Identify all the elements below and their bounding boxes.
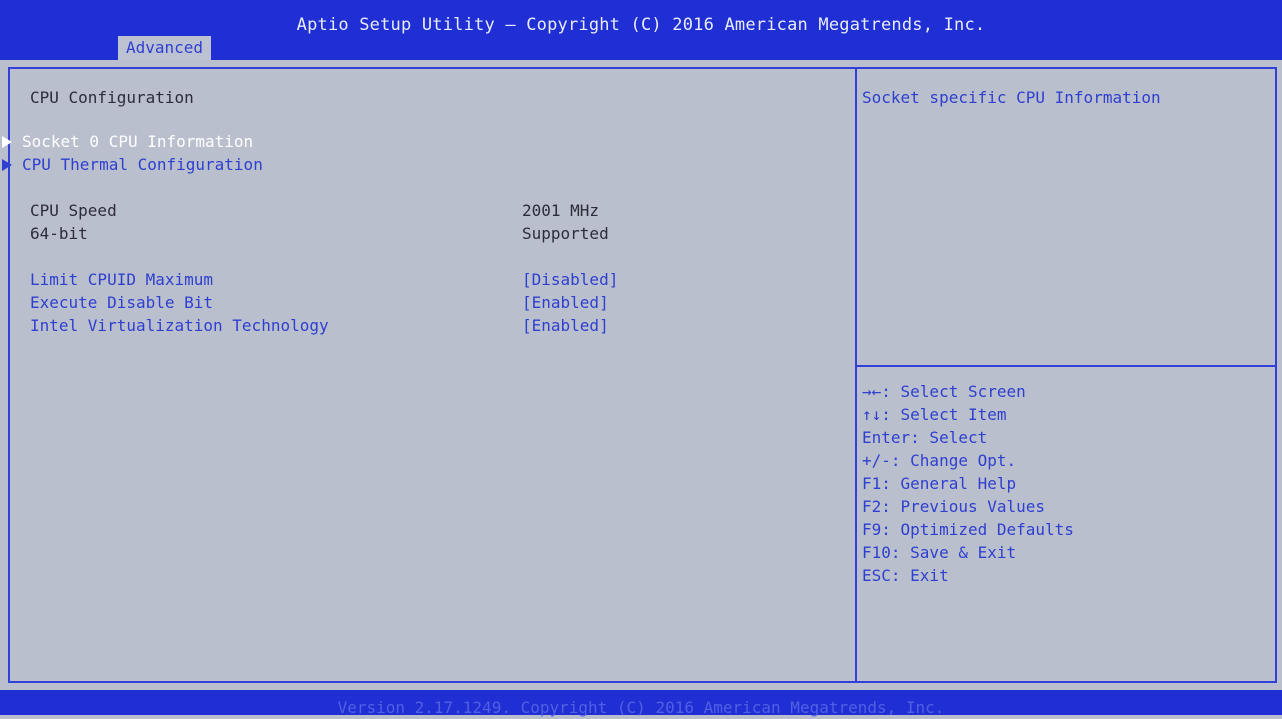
version-text: Version 2.17.1249. Copyright (C) 2016 Am… [337, 698, 945, 717]
submenu-label: Socket 0 CPU Information [22, 132, 254, 151]
key-hint-previous-values: F2: Previous Values [862, 497, 1046, 516]
64-bit-label: 64-bit [30, 224, 88, 243]
cpu-speed-label: CPU Speed [30, 201, 117, 220]
key-hint-save-exit: F10: Save & Exit [862, 543, 1017, 562]
execute-disable-bit-label[interactable]: Execute Disable Bit [30, 291, 213, 314]
key-hint-change-opt: +/-: Change Opt. [862, 451, 1017, 470]
submenu-arrow-icon [2, 159, 14, 171]
help-divider [857, 365, 1277, 367]
panel-divider [855, 67, 857, 683]
submenu-label: CPU Thermal Configuration [22, 155, 263, 174]
submenu-arrow-icon [2, 136, 14, 148]
limit-cpuid-maximum-value[interactable]: [Disabled] [522, 268, 618, 291]
execute-disable-bit-value[interactable]: [Enabled] [522, 291, 609, 314]
app-title: Aptio Setup Utility – Copyright (C) 2016… [296, 15, 986, 35]
intel-virtualization-technology-label[interactable]: Intel Virtualization Technology [30, 314, 329, 337]
help-description: Socket specific CPU Information [862, 88, 1161, 107]
limit-cpuid-maximum-label[interactable]: Limit CPUID Maximum [30, 268, 213, 291]
key-hint-select-screen: →←: Select Screen [862, 382, 1026, 401]
section-title: CPU Configuration [30, 88, 194, 107]
cpu-speed-value: 2001 MHz [522, 201, 600, 220]
key-hint-optimized-defaults: F9: Optimized Defaults [862, 520, 1074, 539]
tab-advanced[interactable]: Advanced [118, 36, 212, 60]
intel-virtualization-technology-value[interactable]: [Enabled] [522, 314, 609, 337]
key-hint-enter: Enter: Select [862, 428, 988, 447]
key-hint-general-help: F1: General Help [862, 474, 1017, 493]
key-hint-select-item: ↑↓: Select Item [862, 405, 1007, 424]
key-hint-esc-exit: ESC: Exit [862, 566, 949, 585]
64-bit-value: Supported [522, 224, 609, 243]
